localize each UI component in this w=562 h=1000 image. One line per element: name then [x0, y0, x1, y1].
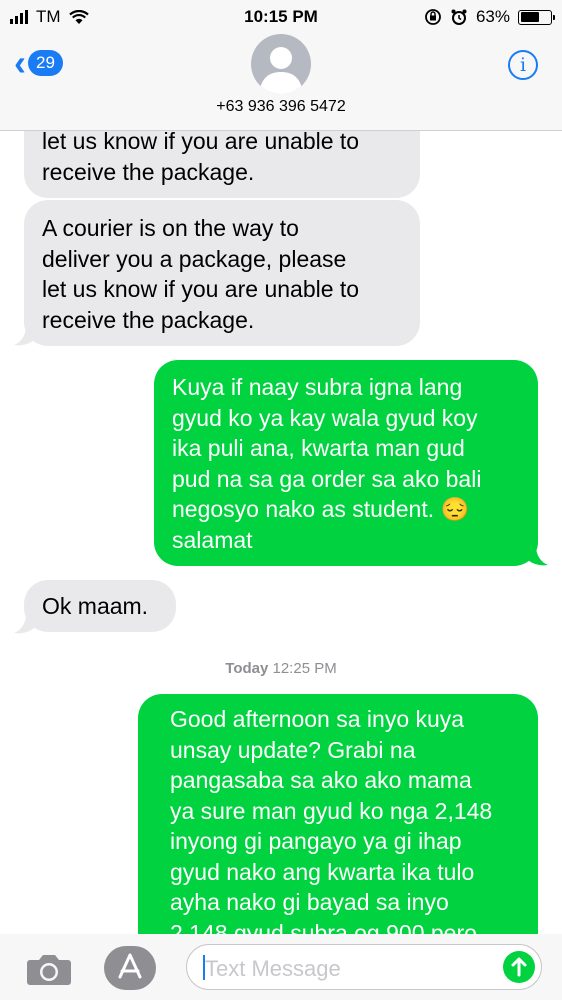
- person-icon: [259, 47, 303, 94]
- send-button[interactable]: [503, 951, 535, 983]
- alarm-icon: [451, 9, 467, 25]
- status-bar: TM 10:15 PM 63%: [0, 0, 562, 34]
- message-bubble-sent[interactable]: Good afternoon sa inyo kuya unsay update…: [138, 694, 538, 946]
- message-bubble-sent[interactable]: Kuya if naay subra igna lang gyud ko ya …: [154, 360, 538, 566]
- app-store-icon: [118, 953, 142, 979]
- back-button[interactable]: ‹ 29: [14, 42, 63, 83]
- contact-number[interactable]: +63 936 396 5472: [0, 98, 562, 116]
- timestamp-time: 12:25 PM: [272, 660, 337, 677]
- message-bubble-received[interactable]: A courier is on the way to deliver you a…: [24, 200, 420, 346]
- app-store-button[interactable]: [104, 946, 156, 990]
- compose-bar: Text Message: [0, 934, 562, 1000]
- conversation-header: ‹ 29 +63 936 396 5472 i: [0, 34, 562, 131]
- chevron-left-icon: ‹: [14, 42, 26, 83]
- bubble-tail: [14, 614, 34, 634]
- message-input[interactable]: Text Message: [186, 944, 542, 990]
- message-placeholder: Text Message: [205, 956, 341, 981]
- battery-percent: 63%: [475, 7, 510, 26]
- battery-icon: [518, 9, 555, 25]
- bubble-tail: [528, 546, 548, 566]
- message-bubble-received[interactable]: Ok maam.: [24, 580, 176, 632]
- status-right: 63%: [424, 7, 555, 27]
- arrow-up-icon: [511, 957, 527, 977]
- unread-badge: 29: [28, 50, 63, 76]
- avatar[interactable]: [251, 34, 311, 94]
- message-timestamp: Today 12:25 PM: [0, 660, 562, 677]
- camera-icon[interactable]: [26, 952, 72, 986]
- info-button[interactable]: i: [508, 50, 538, 80]
- bubble-tail: [14, 326, 34, 346]
- timestamp-day: Today: [225, 660, 269, 677]
- orientation-lock-icon: [425, 9, 441, 25]
- info-icon: i: [519, 54, 527, 76]
